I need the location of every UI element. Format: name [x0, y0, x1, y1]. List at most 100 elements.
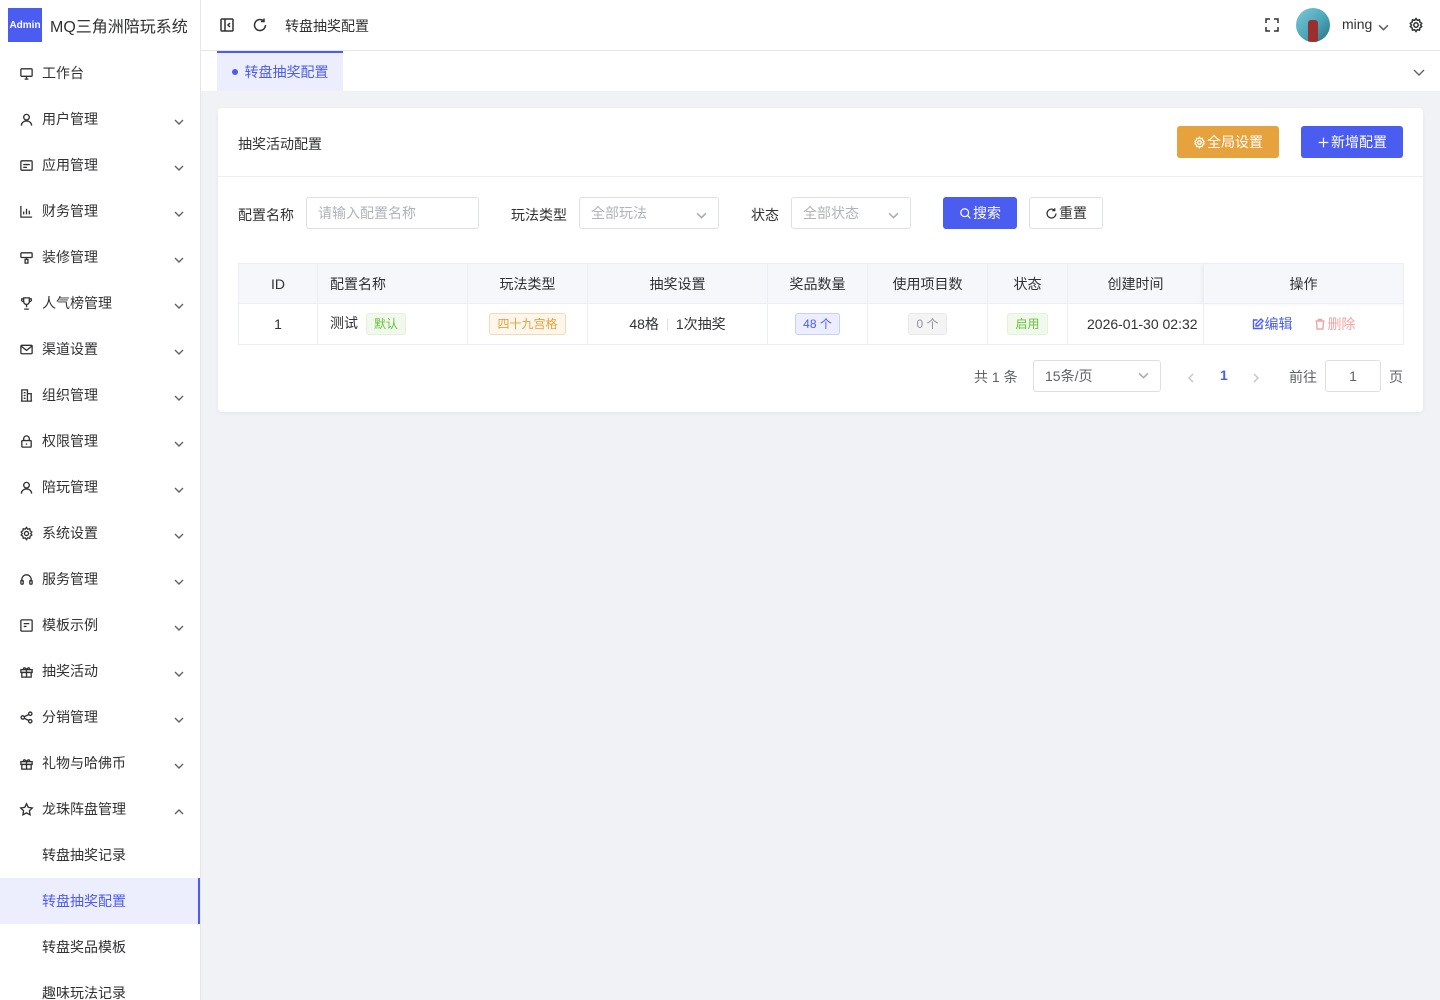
- status-select[interactable]: 全部状态: [791, 197, 911, 229]
- chevron-down-icon: [1138, 368, 1149, 384]
- chevron-down-icon: [174, 482, 184, 493]
- chevron-down-icon: [174, 758, 184, 769]
- add-config-label: 新增配置: [1331, 134, 1387, 150]
- headset-icon: [18, 571, 34, 587]
- col-usage-count: 使用项目数: [867, 263, 988, 304]
- lock-icon: [18, 433, 34, 449]
- chevron-down-icon[interactable]: [1413, 65, 1425, 77]
- refresh-icon: [1046, 207, 1057, 219]
- next-page-icon[interactable]: [1251, 370, 1263, 383]
- cell-prize-count: 48 个: [767, 303, 868, 345]
- chevron-down-icon: [174, 528, 184, 539]
- trash-icon: [1315, 318, 1325, 330]
- chevron-down-icon: [888, 208, 899, 219]
- sidebar-item-label: 装修管理: [42, 249, 98, 265]
- gear-icon: [1194, 135, 1205, 149]
- chevron-down-icon: [174, 620, 184, 631]
- user-icon: [18, 111, 34, 127]
- sidebar-collapse-icon[interactable]: [218, 16, 236, 34]
- sidebar-item-organization[interactable]: 组织管理: [0, 372, 200, 418]
- sidebar-item-users[interactable]: 用户管理: [0, 96, 200, 142]
- sidebar-item-decoration[interactable]: 装修管理: [0, 234, 200, 280]
- card-title: 抽奖活动配置: [238, 136, 322, 152]
- table-header-row: ID 配置名称 玩法类型 抽奖设置 奖品数量 使用项目数 状态 创建时间 操作: [238, 263, 1404, 304]
- search-button[interactable]: 搜索: [943, 197, 1017, 229]
- sidebar-item-label: 龙珠阵盘管理: [42, 801, 126, 817]
- cell-play-type: 四十九宫格: [467, 303, 588, 345]
- chevron-down-icon: [174, 160, 184, 171]
- edit-link[interactable]: 编辑: [1252, 314, 1293, 334]
- present-icon: [18, 755, 34, 771]
- add-config-button[interactable]: 新增配置: [1301, 126, 1403, 158]
- sidebar-subitem-prize-template[interactable]: 转盘奖品模板: [0, 924, 200, 970]
- col-status: 状态: [987, 263, 1068, 304]
- sidebar-item-gifts[interactable]: 礼物与哈佛币: [0, 740, 200, 786]
- sidebar-item-label: 财务管理: [42, 203, 98, 219]
- cell-name: 测试 默认: [317, 303, 468, 345]
- sidebar-item-service[interactable]: 服务管理: [0, 556, 200, 602]
- sidebar-item-workbench[interactable]: 工作台: [0, 50, 200, 96]
- config-card: 抽奖活动配置 全局设置 新增配置 配置名称 玩法类型 全部玩法 状态 全部状态 …: [218, 108, 1423, 412]
- global-settings-button[interactable]: 全局设置: [1177, 126, 1279, 158]
- sidebar-item-templates[interactable]: 模板示例: [0, 602, 200, 648]
- table-row: 1 测试 默认 四十九宫格 48格 1次抽奖 48 个 0 个 启用 2026-…: [238, 303, 1404, 345]
- sidebar-subitem-wheel-config[interactable]: 转盘抽奖配置: [0, 878, 200, 924]
- sidebar-item-system-settings[interactable]: 系统设置: [0, 510, 200, 556]
- sidebar-subitem-wheel-records[interactable]: 转盘抽奖记录: [0, 832, 200, 878]
- page-number-current[interactable]: 1: [1220, 367, 1228, 383]
- sidebar-item-label: 礼物与哈佛币: [42, 755, 126, 771]
- search-icon: [960, 207, 971, 219]
- delete-link[interactable]: 删除: [1314, 314, 1355, 334]
- config-name-input[interactable]: [306, 197, 479, 229]
- name-filter-label: 配置名称: [238, 207, 294, 223]
- sidebar-item-distribution[interactable]: 分销管理: [0, 694, 200, 740]
- chevron-down-icon: [174, 436, 184, 447]
- chevron-down-icon: [174, 390, 184, 401]
- gear-icon[interactable]: [1407, 16, 1425, 34]
- col-name: 配置名称: [317, 263, 468, 304]
- avatar[interactable]: [1296, 8, 1330, 42]
- breadcrumb: 转盘抽奖配置: [285, 18, 369, 34]
- prize-count-badge[interactable]: 48 个: [795, 313, 840, 335]
- fullscreen-icon[interactable]: [1263, 16, 1281, 34]
- sidebar-item-label: 渠道设置: [42, 341, 98, 357]
- prev-page-icon[interactable]: [1186, 370, 1198, 383]
- usage-count-badge: 0 个: [908, 313, 947, 335]
- config-table: ID 配置名称 玩法类型 抽奖设置 奖品数量 使用项目数 状态 创建时间 操作 …: [238, 263, 1404, 345]
- reset-label: 重置: [1059, 205, 1087, 221]
- sidebar-item-lottery[interactable]: 抽奖活动: [0, 648, 200, 694]
- sidebar-menu: 工作台 用户管理 应用管理 财务管理 装修管理 人气榜管理 渠道设置 组织管理 …: [0, 50, 200, 1000]
- status-value: 全部状态: [803, 205, 859, 221]
- sidebar-item-channel[interactable]: 渠道设置: [0, 326, 200, 372]
- refresh-icon[interactable]: [251, 16, 269, 34]
- logo[interactable]: Admin MQ三角洲陪玩系统: [0, 0, 200, 50]
- username[interactable]: ming: [1342, 16, 1372, 32]
- edit-icon: [1252, 318, 1264, 330]
- sidebar-item-finance[interactable]: 财务管理: [0, 188, 200, 234]
- draw-count: 1次抽奖: [675, 316, 726, 332]
- sidebar-subitem-fun-records[interactable]: 趣味玩法记录: [0, 970, 200, 1000]
- chevron-down-icon[interactable]: [1378, 20, 1389, 31]
- sidebar-item-companion[interactable]: 陪玩管理: [0, 464, 200, 510]
- col-prize-count: 奖品数量: [767, 263, 868, 304]
- status-filter-label: 状态: [751, 207, 779, 223]
- page-size-value: 15条/页: [1045, 368, 1093, 384]
- reset-button[interactable]: 重置: [1029, 197, 1103, 229]
- goto-page-input[interactable]: [1325, 360, 1381, 392]
- play-type-select[interactable]: 全部玩法: [579, 197, 719, 229]
- sidebar-item-label: 工作台: [42, 65, 84, 81]
- sidebar-item-apps[interactable]: 应用管理: [0, 142, 200, 188]
- tab-wheel-config[interactable]: 转盘抽奖配置: [217, 51, 343, 91]
- sidebar-item-label: 抽奖活动: [42, 663, 98, 679]
- col-draw-settings: 抽奖设置: [587, 263, 768, 304]
- cell-id: 1: [238, 303, 318, 345]
- chevron-down-icon: [174, 298, 184, 309]
- chart-icon: [18, 203, 34, 219]
- gift-icon: [18, 663, 34, 679]
- chevron-down-icon: [174, 574, 184, 585]
- sidebar-item-popularity[interactable]: 人气榜管理: [0, 280, 200, 326]
- sidebar-item-dragon-wheel[interactable]: 龙珠阵盘管理: [0, 786, 200, 832]
- goto-label: 前往: [1289, 369, 1317, 385]
- page-size-select[interactable]: 15条/页: [1033, 360, 1161, 392]
- sidebar-item-permission[interactable]: 权限管理: [0, 418, 200, 464]
